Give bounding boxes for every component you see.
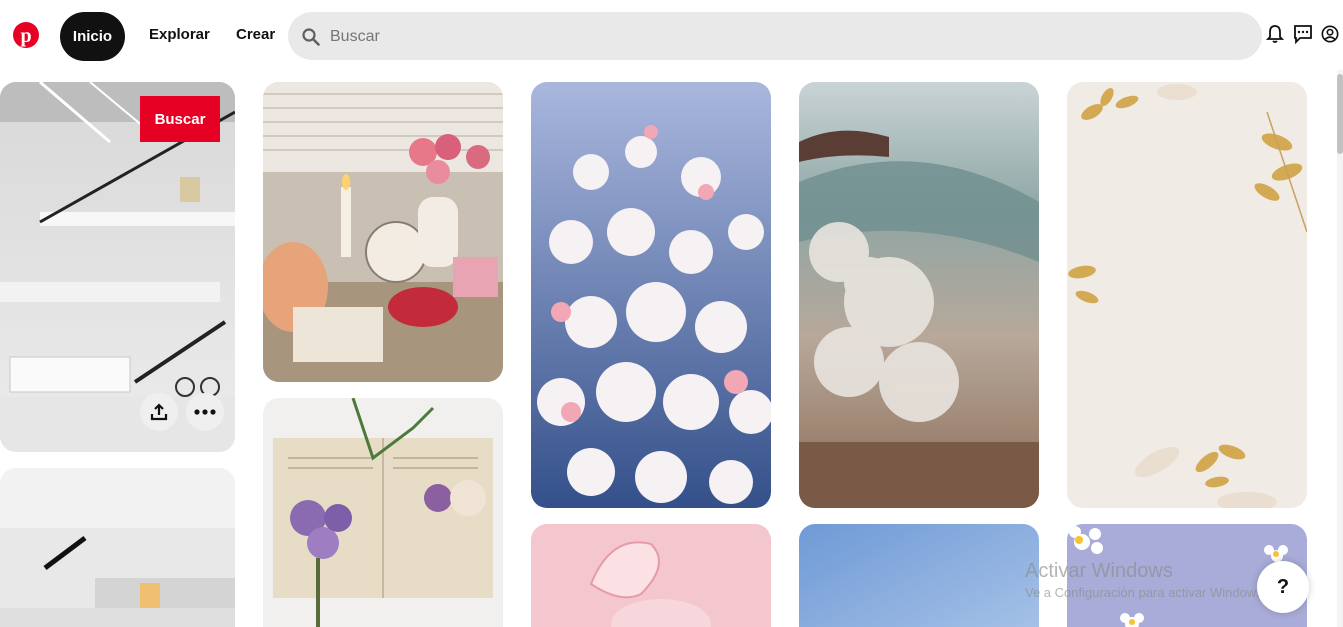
pinterest-logo-icon[interactable]: p <box>13 22 39 48</box>
search-bar[interactable] <box>288 12 1262 62</box>
pin-card[interactable] <box>0 468 235 627</box>
top-navbar: p Inicio Explorar Crear <box>0 0 1343 70</box>
pin-image <box>263 82 503 382</box>
nav-explore-link[interactable]: Explorar <box>149 26 210 43</box>
pin-image <box>531 82 771 508</box>
pin-image <box>531 524 771 627</box>
search-icon <box>302 28 320 46</box>
nav-create-link[interactable]: Crear <box>236 26 275 43</box>
scrollbar-thumb[interactable] <box>1337 74 1343 154</box>
pin-card[interactable] <box>799 82 1039 508</box>
pin-image <box>1067 82 1307 508</box>
svg-text:p: p <box>20 25 31 47</box>
pin-image <box>0 468 235 627</box>
share-icon[interactable] <box>140 393 178 431</box>
pin-card[interactable]: Buscar <box>0 82 235 452</box>
save-button[interactable]: Buscar <box>140 96 220 142</box>
search-input[interactable] <box>328 12 1232 62</box>
pin-image <box>799 82 1039 508</box>
pin-image <box>799 524 1039 627</box>
more-icon[interactable] <box>186 393 224 431</box>
pin-card[interactable] <box>1067 82 1307 508</box>
profile-icon[interactable] <box>1321 24 1339 44</box>
windows-activation-title: Activar Windows <box>1025 560 1173 582</box>
bell-icon[interactable] <box>1266 24 1284 44</box>
pin-card[interactable] <box>531 82 771 508</box>
pin-card[interactable] <box>263 398 503 627</box>
help-button[interactable]: ? <box>1257 561 1309 613</box>
pin-card[interactable] <box>531 524 771 627</box>
pin-card[interactable] <box>799 524 1039 627</box>
nav-home-button[interactable]: Inicio <box>60 12 125 61</box>
chat-icon[interactable] <box>1293 24 1313 44</box>
pin-card[interactable] <box>263 82 503 382</box>
pin-image <box>263 398 503 627</box>
windows-activation-subtitle: Ve a Configuración para activar Windows. <box>1025 585 1267 600</box>
